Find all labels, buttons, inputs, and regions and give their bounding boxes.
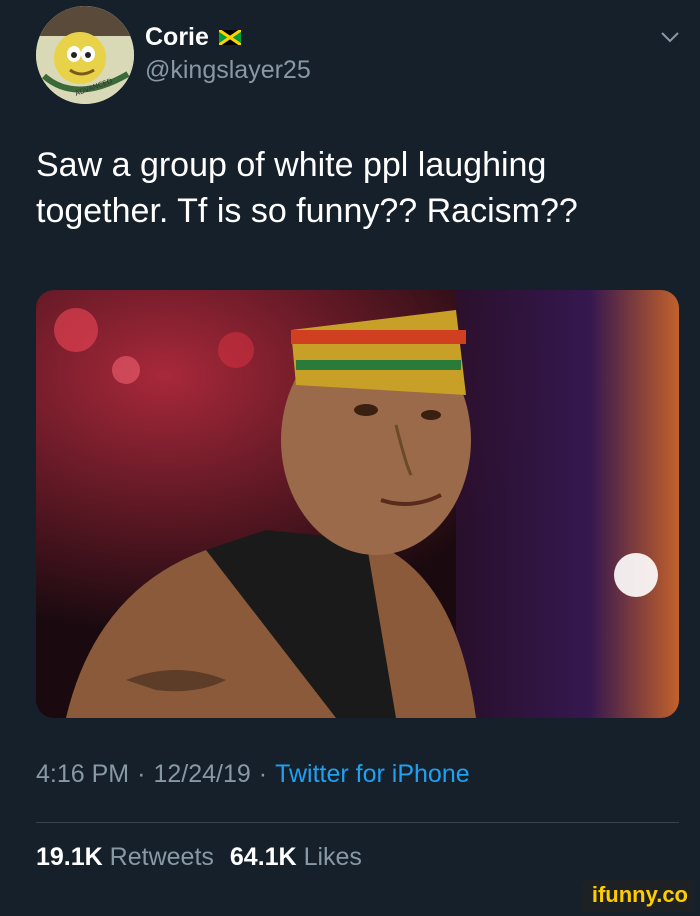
ifunny-watermark: ifunny.co: [581, 880, 694, 912]
tweet-text: Saw a group of white ppl laughing togeth…: [36, 146, 578, 230]
tweet-photo[interactable]: [36, 290, 679, 718]
tweet-time: 4:16 PM: [36, 760, 130, 788]
tweet-client-link[interactable]: Twitter for iPhone: [275, 760, 470, 789]
tweet-stats: 19.1K Retweets 64.1K Likes: [36, 843, 362, 872]
retweets-count: 19.1K: [36, 843, 103, 871]
chevron-down-icon[interactable]: [660, 30, 680, 44]
tweet-meta: 4:16 PM · 12/24/19 · Twitter for iPhone: [36, 760, 470, 789]
meta-separator: ·: [258, 760, 268, 788]
user-name-row[interactable]: Corie: [145, 20, 241, 54]
jamaica-flag-icon: [218, 29, 241, 45]
meta-separator: ·: [137, 760, 146, 788]
tweet-card: ADVANCED Corie @kingslayer25 Saw a group…: [0, 0, 700, 916]
likes-count: 64.1K: [229, 843, 297, 871]
likes-label: Likes: [303, 843, 362, 871]
likes-stat[interactable]: 64.1K Likes: [230, 843, 362, 872]
avatar[interactable]: ADVANCED: [36, 6, 134, 104]
retweets-stat[interactable]: 19.1K Retweets: [36, 843, 214, 872]
retweets-label: Retweets: [109, 843, 214, 871]
divider: [36, 822, 679, 823]
tweet-date: 12/24/19: [153, 760, 251, 788]
avatar-image: ADVANCED: [36, 6, 134, 104]
user-handle[interactable]: @kingslayer25: [145, 56, 311, 85]
tweet-photo-image: [36, 290, 679, 718]
display-name[interactable]: Corie: [145, 23, 209, 52]
